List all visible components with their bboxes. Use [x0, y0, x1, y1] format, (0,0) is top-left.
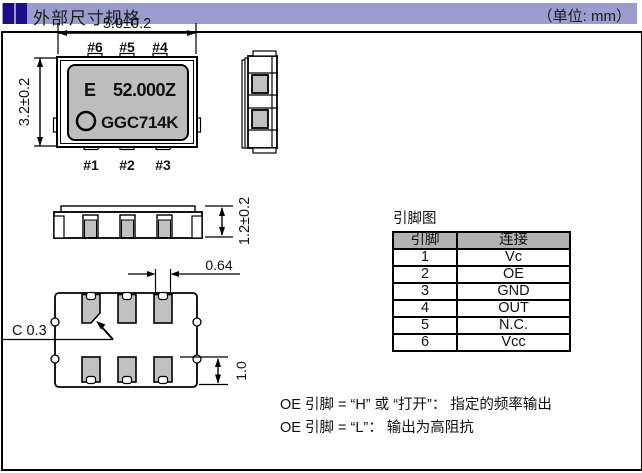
front-end-cap — [54, 216, 64, 238]
chamfer-label: C 0.3 — [12, 323, 47, 339]
pin-connection: Vc — [457, 249, 570, 266]
pin-label: #6 — [87, 39, 103, 55]
table-row: 6Vcc — [393, 334, 570, 351]
arrowhead — [219, 207, 225, 216]
pin-label: #1 — [83, 157, 99, 173]
pin-column-header: 引脚 — [393, 232, 457, 249]
arrowhead — [187, 30, 196, 36]
connection-column-header: 连接 — [457, 232, 570, 249]
top-view: 5.0±0.2 3.2±0.2 #6 #5 #4 — [17, 16, 201, 173]
marking-code: GGC714K — [101, 113, 179, 132]
pin-table-header-row: 引脚 连接 — [393, 232, 570, 249]
table-row: 1Vc — [393, 249, 570, 266]
arrowhead — [219, 227, 225, 236]
edge-notch — [51, 318, 59, 326]
pin-number: 3 — [393, 283, 457, 300]
pin-label: #5 — [119, 39, 135, 55]
front-pad — [85, 220, 97, 238]
oe-note-high: OE 引脚 = “H” 或 “打开”： 指定的频率输出 — [280, 394, 552, 417]
edge-notch — [193, 318, 201, 326]
arrowhead — [58, 30, 67, 36]
pin-table: 引脚 连接 1Vc 2OE 3GND 4OUT 5N.C. 6Vcc — [392, 231, 571, 352]
datasheet-page: 外部尺寸规格 （单位: mm） 5.0±0.2 3.2±0.2 #6 #5 #4 — [0, 0, 642, 473]
edge-notch — [193, 355, 201, 363]
castellation-hole — [123, 293, 132, 300]
front-end-cap — [192, 216, 202, 238]
pin-number: 6 — [393, 334, 457, 351]
side-pad — [252, 75, 268, 93]
table-row: 3GND — [393, 283, 570, 300]
castellation-hole — [87, 293, 96, 300]
marking-prefix: E — [84, 80, 96, 100]
arrowhead — [37, 58, 43, 67]
arrowhead — [147, 271, 156, 277]
pin-connection: OUT — [457, 300, 570, 317]
arrowhead — [171, 271, 180, 277]
pin-connection: Vcc — [457, 334, 570, 351]
height-dimension-label: 3.2±0.2 — [17, 78, 33, 126]
castellation-hole — [87, 377, 96, 384]
pad-width-dimension-label: 0.64 — [205, 257, 232, 273]
table-row: 5N.C. — [393, 317, 570, 334]
front-pad — [122, 220, 134, 238]
pin-label: #4 — [152, 39, 168, 55]
pin-label: #3 — [155, 157, 171, 173]
front-view: 1.2±0.2 — [54, 197, 253, 245]
pin-number: 5 — [393, 317, 457, 334]
pin-connection: N.C. — [457, 317, 570, 334]
bottom-view: 0.64 — [3, 257, 249, 387]
width-dimension-label: 5.0±0.2 — [103, 16, 151, 32]
oe-note-low: OE 引脚 = “L”： 输出为高阻抗 — [280, 417, 552, 440]
table-row: 2OE — [393, 266, 570, 283]
pin-table-title: 引脚图 — [393, 207, 571, 228]
castellation-hole — [123, 377, 132, 384]
arrowhead — [215, 358, 221, 367]
pin-number: 2 — [393, 266, 457, 283]
side-lid-tab — [253, 148, 276, 153]
pin-label: #2 — [119, 157, 135, 173]
side-view-right — [242, 51, 277, 153]
pin-number: 1 — [393, 249, 457, 266]
thickness-dimension-label: 1.2±0.2 — [237, 197, 253, 245]
pad-length-dimension-label: 1.0 — [233, 361, 249, 381]
side-lid-tab — [253, 51, 276, 56]
table-row: 4OUT — [393, 300, 570, 317]
arrowhead — [37, 137, 43, 146]
marking-frequency: 52.000Z — [113, 80, 176, 100]
pin-table-block: 引脚图 引脚 连接 1Vc 2OE 3GND 4OUT 5N.C. 6Vcc — [392, 207, 571, 352]
castellation-hole — [159, 377, 168, 384]
castellation-hole — [159, 293, 168, 300]
arrowhead — [215, 375, 221, 384]
side-body — [248, 56, 277, 148]
front-pads — [83, 215, 172, 238]
front-pad — [159, 220, 171, 238]
pin-connection: OE — [457, 266, 570, 283]
pin-connection: GND — [457, 283, 570, 300]
pin-number: 4 — [393, 300, 457, 317]
oe-notes: OE 引脚 = “H” 或 “打开”： 指定的频率输出 OE 引脚 = “L”：… — [280, 394, 552, 440]
side-pad — [252, 110, 268, 128]
edge-notch — [51, 355, 59, 363]
